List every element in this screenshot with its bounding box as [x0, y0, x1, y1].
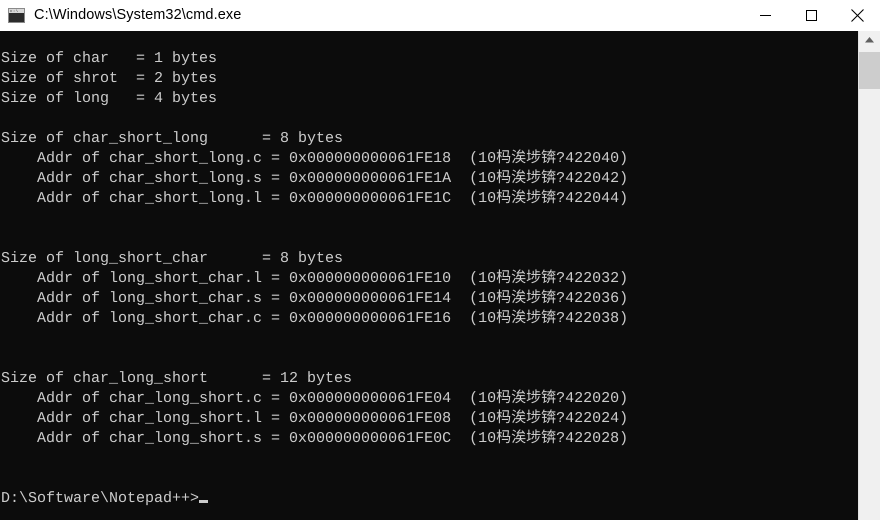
close-button[interactable]: [834, 0, 880, 31]
console-output-body: Size of char = 1 bytes Size of shrot = 2…: [1, 50, 629, 447]
scrollbar-track[interactable]: [859, 89, 880, 520]
maximize-button[interactable]: [788, 0, 834, 31]
console-output-area[interactable]: Size of char = 1 bytes Size of shrot = 2…: [0, 31, 858, 520]
title-bar[interactable]: c:\ C:\Windows\System32\cmd.exe: [0, 0, 880, 31]
window-title: C:\Windows\System32\cmd.exe: [34, 7, 242, 23]
scrollbar-thumb[interactable]: [859, 52, 880, 89]
console-output-text: Size of char = 1 bytes Size of shrot = 2…: [0, 31, 628, 509]
console-icon: c:\: [8, 8, 25, 23]
text-cursor: [199, 500, 209, 503]
console-icon-glyph: c:\: [10, 9, 19, 14]
scroll-up-arrow-icon[interactable]: [859, 31, 880, 49]
vertical-scrollbar[interactable]: [858, 31, 880, 520]
minimize-button[interactable]: [742, 0, 788, 31]
command-prompt: D:\Software\Notepad++>: [1, 490, 200, 507]
cmd-window: c:\ C:\Windows\System32\cmd.exe Size of …: [0, 0, 880, 520]
window-controls: [742, 0, 880, 31]
